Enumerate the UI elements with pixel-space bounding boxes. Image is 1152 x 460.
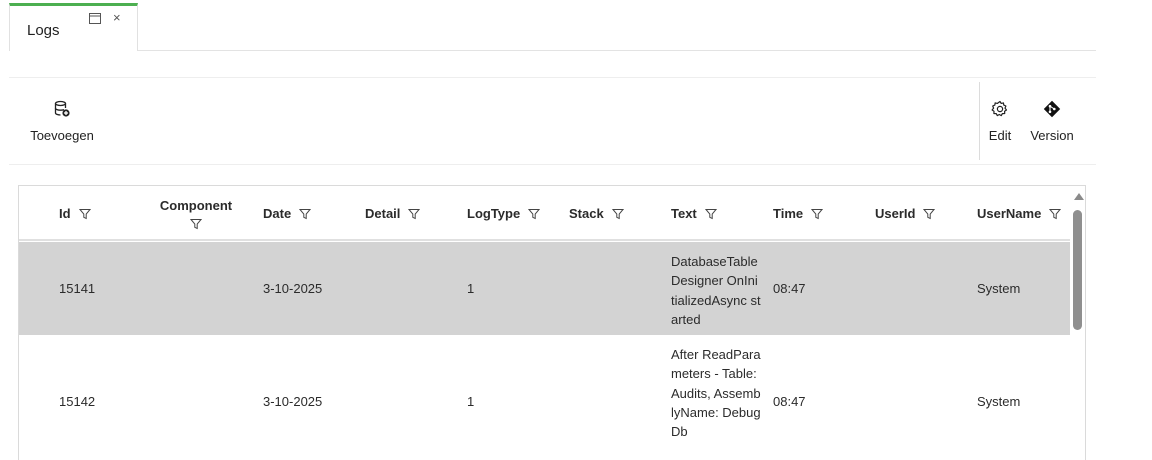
cell-logtype: 1 <box>467 393 475 409</box>
edit-button-label: Edit <box>988 128 1012 143</box>
gear-icon <box>991 100 1008 117</box>
column-label: Stack <box>569 206 604 221</box>
column-label: UserId <box>875 206 916 221</box>
vertical-scrollbar[interactable] <box>1071 186 1085 460</box>
column-header-userid[interactable]: UserId <box>875 186 936 241</box>
column-header-id[interactable]: Id <box>59 186 91 241</box>
edit-button[interactable]: Edit <box>983 78 1017 164</box>
window-popout-icon[interactable] <box>89 13 101 24</box>
version-button[interactable]: Version <box>1027 78 1077 164</box>
column-label: Detail <box>365 206 401 221</box>
column-label: Component <box>159 197 233 213</box>
column-header-username[interactable]: UserName <box>977 186 1062 241</box>
cell-username: System <box>977 281 1021 296</box>
column-header-stack[interactable]: Stack <box>569 186 624 241</box>
cell-text: After ReadParameters - Table: Audits, As… <box>671 347 761 440</box>
filter-icon[interactable] <box>923 208 936 220</box>
scroll-thumb[interactable] <box>1073 210 1082 330</box>
tab-logs[interactable]: Logs × <box>9 3 138 51</box>
cell-date: 3-10-2025 <box>263 393 323 409</box>
column-label: UserName <box>977 206 1042 221</box>
cell-date: 3-10-2025 <box>263 281 323 296</box>
grid-header: Id Component Date Detail LogType Stack T… <box>19 186 1070 241</box>
version-button-label: Version <box>1030 128 1074 143</box>
filter-icon[interactable] <box>528 208 541 220</box>
filter-icon[interactable] <box>299 208 312 220</box>
column-header-detail[interactable]: Detail <box>365 186 421 241</box>
column-header-text[interactable]: Text <box>671 186 717 241</box>
add-button-label: Toevoegen <box>30 128 94 143</box>
table-row[interactable]: 15142 3-10-2025 1 After ReadParameters -… <box>19 335 1070 460</box>
column-header-date[interactable]: Date <box>263 186 312 241</box>
git-commit-icon <box>1043 100 1061 118</box>
database-add-icon <box>54 100 70 117</box>
filter-icon[interactable] <box>190 218 202 230</box>
filter-icon[interactable] <box>408 208 421 220</box>
add-button[interactable]: Toevoegen <box>23 78 101 164</box>
column-label: Time <box>773 206 804 221</box>
cell-time: 08:47 <box>773 393 806 409</box>
column-label: Text <box>671 206 697 221</box>
column-header-component[interactable]: Component <box>159 186 233 241</box>
cell-id: 15142 <box>59 393 96 409</box>
scroll-up-icon[interactable] <box>1074 193 1084 200</box>
toolbar: Toevoegen Edit Version <box>9 77 1096 165</box>
cell-text: DatabaseTable Designer OnInitializedAsyn… <box>671 254 761 327</box>
table-row[interactable]: 15141 3-10-2025 1 DatabaseTable Designer… <box>19 242 1070 335</box>
close-icon[interactable]: × <box>113 11 121 24</box>
column-label: LogType <box>467 206 521 221</box>
filter-icon[interactable] <box>611 208 624 220</box>
column-header-logtype[interactable]: LogType <box>467 186 541 241</box>
filter-icon[interactable] <box>811 208 824 220</box>
column-label: Id <box>59 206 71 221</box>
cell-id: 15141 <box>59 281 96 296</box>
cell-username: System <box>977 393 1021 409</box>
filter-icon[interactable] <box>1049 208 1062 220</box>
tab-strip: Logs × <box>9 3 1096 51</box>
toolbar-divider <box>979 82 980 160</box>
filter-icon[interactable] <box>704 208 717 220</box>
tab-title: Logs <box>27 22 60 39</box>
logs-grid: Id Component Date Detail LogType Stack T… <box>18 185 1086 460</box>
column-label: Date <box>263 206 292 221</box>
cell-time: 08:47 <box>773 281 806 296</box>
column-header-time[interactable]: Time <box>773 186 824 241</box>
cell-logtype: 1 <box>467 281 475 296</box>
filter-icon[interactable] <box>78 208 91 220</box>
